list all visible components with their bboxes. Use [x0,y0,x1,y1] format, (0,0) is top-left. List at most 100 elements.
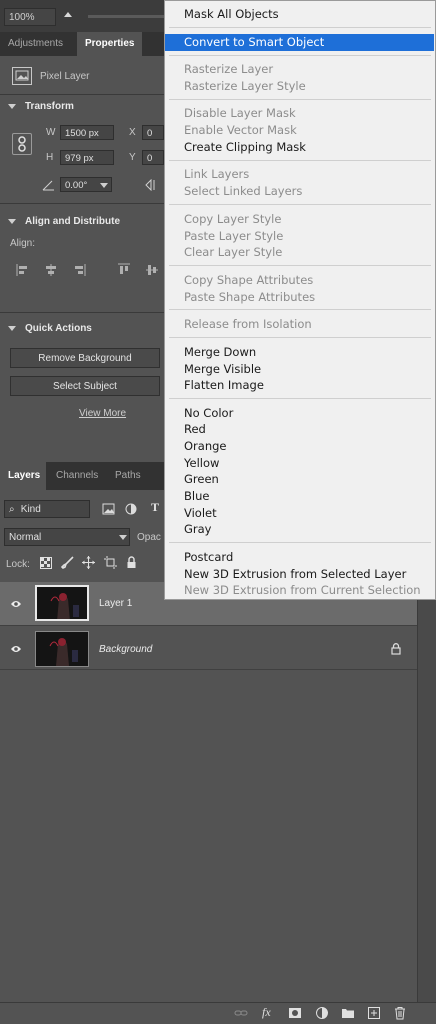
menu-item-3d-extrusion-selected-layer[interactable]: New 3D Extrusion from Selected Layer [184,567,406,581]
height-field[interactable]: 979 px [60,150,114,165]
layer-context-menu: Mask All Objects Convert to Smart Object… [164,0,436,600]
menu-item-copy-layer-style[interactable]: Copy Layer Style [184,212,281,226]
menu-separator [169,542,431,543]
background-layer-name[interactable]: Background [99,644,152,655]
align-label: Align: [10,238,36,249]
view-more-link[interactable]: View More [79,408,126,419]
align-hcenter-icon[interactable] [44,263,58,277]
tab-paths[interactable]: Paths [107,462,151,490]
align-left-icon[interactable] [16,263,30,277]
eye-icon[interactable] [10,598,22,610]
tab-channels[interactable]: Channels [48,462,106,490]
chevron-down-icon[interactable] [8,326,16,331]
width-field[interactable]: 1500 px [60,125,114,140]
flip-horizontal-icon[interactable] [145,178,161,194]
align-vcenter-icon[interactable] [145,263,159,277]
tab-layers[interactable]: Layers [0,462,46,490]
select-subject-button[interactable]: Select Subject [10,376,160,396]
properties-panel [0,56,164,460]
link-chain-icon[interactable] [12,133,32,155]
blend-mode-dropdown[interactable]: Normal [4,528,130,546]
menu-item-red[interactable]: Red [184,422,206,436]
menu-item-rasterize-layer-style[interactable]: Rasterize Layer Style [184,79,306,93]
chevron-down-icon[interactable] [8,219,16,224]
menu-item-no-color[interactable]: No Color [184,406,233,420]
x-field[interactable]: 0 px [142,125,164,140]
layers-empty-area [0,672,417,1002]
opacity-label: Opac [137,532,161,543]
menu-item-merge-down[interactable]: Merge Down [184,345,256,359]
chevron-down-icon[interactable] [8,104,16,109]
menu-item-3d-extrusion-current-selection[interactable]: New 3D Extrusion from Current Selection [184,583,421,597]
lock-brush-icon[interactable] [61,556,74,569]
menu-item-merge-visible[interactable]: Merge Visible [184,362,261,376]
menu-item-create-clipping-mask[interactable]: Create Clipping Mask [184,140,306,154]
menu-item-disable-layer-mask[interactable]: Disable Layer Mask [184,106,296,120]
adjustment-layer-icon[interactable] [315,1006,329,1020]
menu-item-postcard[interactable]: Postcard [184,550,233,564]
menu-separator [169,309,431,310]
y-label: Y [129,152,136,163]
menu-item-paste-layer-style[interactable]: Paste Layer Style [184,229,283,243]
menu-item-orange[interactable]: Orange [184,439,227,453]
angle-icon [42,179,56,194]
kind-filter-dropdown[interactable]: ⌕ Kind [4,500,90,518]
menu-item-clear-layer-style[interactable]: Clear Layer Style [184,245,282,259]
lock-artboard-icon[interactable] [104,556,117,569]
menu-item-release-from-isolation[interactable]: Release from Isolation [184,317,312,331]
layer-1-name[interactable]: Layer 1 [99,598,132,609]
menu-item-convert-to-smart-object[interactable]: Convert to Smart Object [184,35,324,49]
pixel-layer-icon [12,67,32,85]
new-layer-icon[interactable] [367,1006,381,1020]
divider [0,203,164,204]
menu-item-flatten-image[interactable]: Flatten Image [184,378,264,392]
menu-separator [169,265,431,266]
menu-item-enable-vector-mask[interactable]: Enable Vector Mask [184,123,297,137]
trash-icon[interactable] [393,1006,407,1020]
remove-background-button[interactable]: Remove Background [10,348,160,368]
align-right-icon[interactable] [72,263,86,277]
y-field[interactable]: 0 px [142,150,164,165]
align-top-icon[interactable] [117,263,131,277]
menu-item-rasterize-layer[interactable]: Rasterize Layer [184,62,273,76]
menu-item-violet[interactable]: Violet [184,506,217,520]
menu-item-select-linked-layers[interactable]: Select Linked Layers [184,184,302,198]
menu-item-paste-shape-attributes[interactable]: Paste Shape Attributes [184,290,315,304]
menu-item-mask-all-objects[interactable]: Mask All Objects [184,7,279,21]
lock-move-icon[interactable] [82,556,95,569]
blend-mode-value: Normal [9,532,42,543]
divider [0,94,164,95]
tab-properties[interactable]: Properties [77,32,142,56]
angle-dropdown-icon[interactable] [100,183,108,188]
menu-item-green[interactable]: Green [184,472,219,486]
fx-icon[interactable]: fx [262,1005,271,1020]
menu-item-gray[interactable]: Gray [184,522,212,536]
menu-item-blue[interactable]: Blue [184,489,209,503]
link-layers-icon[interactable] [234,1006,248,1020]
background-thumbnail[interactable] [35,631,89,667]
filter-adjustment-icon[interactable] [125,503,137,515]
chevron-down-icon[interactable] [119,535,127,540]
divider [0,312,164,313]
menu-separator [169,55,431,56]
menu-item-copy-shape-attributes[interactable]: Copy Shape Attributes [184,273,313,287]
lock-icon [391,643,401,655]
folder-icon[interactable] [341,1006,355,1020]
x-label: X [129,127,136,138]
filter-type-icon[interactable]: T [151,500,159,515]
layer-1-thumbnail[interactable] [35,585,89,621]
zoom-slider[interactable] [88,15,168,18]
lock-transparent-icon[interactable] [40,557,52,569]
add-mask-icon[interactable] [288,1006,302,1020]
caret-up-icon[interactable] [64,12,72,17]
tab-adjustments[interactable]: Adjustments [0,32,77,56]
filter-pixel-icon[interactable] [102,503,115,515]
search-icon: ⌕ [9,504,15,515]
zoom-field[interactable]: 100% [4,8,56,26]
layers-scrollbar[interactable] [417,582,436,1002]
menu-item-link-layers[interactable]: Link Layers [184,167,249,181]
lock-all-icon[interactable] [126,556,137,569]
eye-icon[interactable] [10,643,22,655]
align-title: Align and Distribute [25,216,120,227]
menu-item-yellow[interactable]: Yellow [184,456,219,470]
